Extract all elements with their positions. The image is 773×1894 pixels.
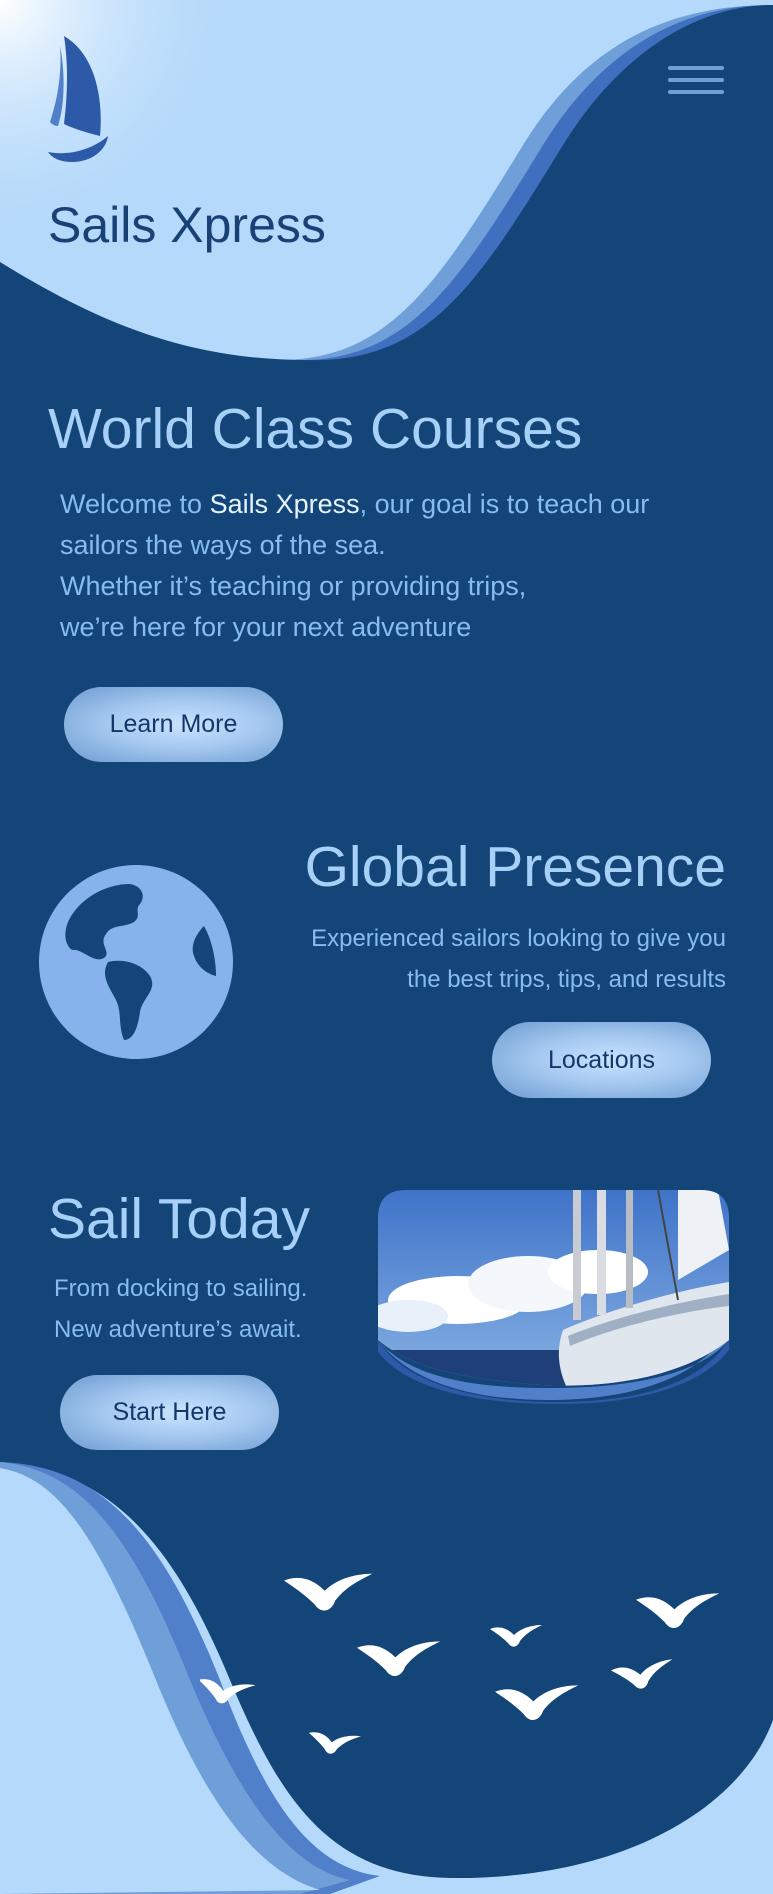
courses-intro-line1: Welcome to Sails Xpress, our goal is to … <box>60 489 650 519</box>
globe-icon <box>38 864 234 1060</box>
locations-button[interactable]: Locations <box>492 1022 711 1098</box>
courses-title: World Class Courses <box>48 397 583 461</box>
courses-intro-line4: we’re here for your next adventure <box>60 612 472 642</box>
start-here-button[interactable]: Start Here <box>60 1375 279 1450</box>
today-title: Sail Today <box>48 1187 310 1251</box>
today-line1: From docking to sailing. <box>54 1275 308 1302</box>
presence-title: Global Presence <box>304 835 726 899</box>
seagulls-illustration <box>195 1555 730 1775</box>
learn-more-button[interactable]: Learn More <box>64 687 283 762</box>
presence-line1: Experienced sailors looking to give you <box>311 925 726 952</box>
courses-intro-line2: sailors the ways of the sea. <box>60 530 386 560</box>
presence-text: Experienced sailors looking to give you … <box>311 918 726 1000</box>
today-line2: New adventure’s await. <box>54 1316 302 1343</box>
brand-name: Sails Xpress <box>48 197 326 253</box>
courses-intro: Welcome to Sails Xpress, our goal is to … <box>60 484 649 648</box>
hamburger-menu-icon[interactable] <box>668 66 724 100</box>
presence-line2: the best trips, tips, and results <box>407 966 726 993</box>
brand-highlight: Sails Xpress <box>209 489 360 519</box>
sailboat-icon <box>44 32 120 168</box>
courses-intro-line3: Whether it’s teaching or providing trips… <box>60 571 527 601</box>
sailboat-photo <box>378 1190 729 1404</box>
today-text: From docking to sailing. New adventure’s… <box>54 1268 307 1350</box>
